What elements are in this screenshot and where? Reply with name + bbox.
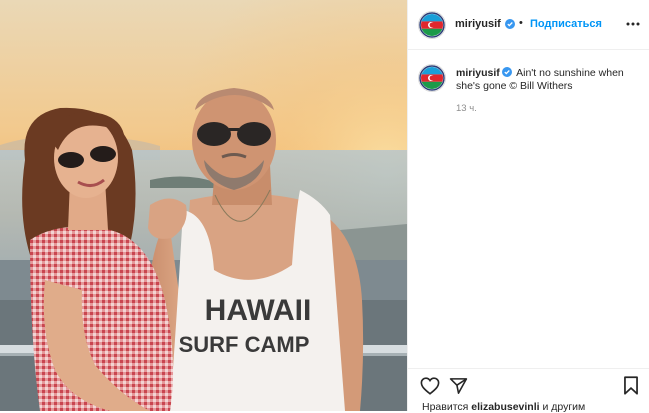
verified-badge-icon <box>505 19 515 29</box>
likes-prefix: Нравится <box>422 401 469 413</box>
azerbaijan-flag-emblem-icon <box>419 12 445 38</box>
heart-icon[interactable] <box>420 377 440 395</box>
likes-summary: Нравится elizabusevinli и другим <box>422 401 585 413</box>
shirt-text-line2: SURF CAMP <box>179 332 310 357</box>
send-icon[interactable] <box>449 377 468 395</box>
likes-user-link[interactable]: elizabusevinli <box>471 401 539 413</box>
caption-avatar[interactable] <box>418 64 446 92</box>
post-header: miriyusif • Подписаться <box>408 0 649 50</box>
header-username[interactable]: miriyusif <box>455 18 501 30</box>
post-caption: miriyusif Ain't no sunshine when she's g… <box>456 67 636 93</box>
avatar[interactable] <box>418 11 446 39</box>
instagram-post-modal: HAWAII SURF CAMP miriyusif • Подписаться… <box>0 0 649 413</box>
azerbaijan-flag-emblem-icon <box>419 65 445 91</box>
more-options-icon[interactable] <box>625 18 641 30</box>
verified-badge-icon <box>501 67 512 77</box>
post-photo-illustration: HAWAII SURF CAMP <box>0 0 407 411</box>
post-sidebar: miriyusif • Подписаться miriyusif Ain't … <box>407 0 649 413</box>
post-photo[interactable]: HAWAII SURF CAMP <box>0 0 407 411</box>
post-time[interactable]: 13 ч. <box>456 103 477 114</box>
likes-suffix[interactable]: и другим <box>542 401 585 413</box>
follow-button[interactable]: Подписаться <box>530 18 602 30</box>
caption-username[interactable]: miriyusif <box>456 67 500 79</box>
bookmark-icon[interactable] <box>623 376 639 395</box>
separator-dot: • <box>519 17 523 29</box>
shirt-text-line1: HAWAII <box>205 294 312 327</box>
